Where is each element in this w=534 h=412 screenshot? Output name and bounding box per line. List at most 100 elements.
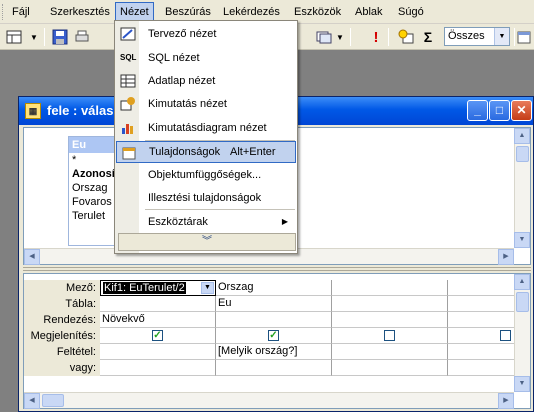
menu-item-label: Objektumfüggőségek...	[148, 169, 262, 181]
menu-item-join-properties[interactable]: Illesztési tulajdonságok	[116, 187, 296, 209]
view-menu-dropdown: Tervező nézet SQL SQL nézet Adatlap néze…	[114, 20, 298, 254]
menu-file[interactable]: Fájl	[8, 2, 34, 22]
grid-cell-criteria[interactable]	[100, 344, 216, 360]
menu-item-label: Adatlap nézet	[148, 75, 216, 87]
menu-item-object-dependencies[interactable]: Objektumfüggőségek...	[116, 164, 296, 186]
run-icon[interactable]: !	[366, 27, 386, 47]
scroll-up-icon[interactable]: ▲	[514, 128, 530, 144]
pane-splitter[interactable]	[23, 267, 531, 271]
grid-horizontal-scrollbar[interactable]: ◀ ▶	[24, 392, 514, 409]
grid-cell-show[interactable]: ✓	[216, 328, 332, 344]
grid-cell-sort[interactable]	[448, 312, 514, 328]
menu-window[interactable]: Ablak	[351, 2, 387, 22]
grid-cell-field[interactable]	[448, 280, 514, 296]
menu-item-datasheet-view[interactable]: Adatlap nézet	[116, 70, 296, 92]
properties-icon	[121, 145, 137, 161]
grid-cell-table[interactable]	[448, 296, 514, 312]
grid-cell-table[interactable]: Eu	[216, 296, 332, 312]
menubar-grip[interactable]	[2, 4, 5, 20]
table-pane-vertical-scrollbar[interactable]: ▲ ▼	[514, 128, 530, 248]
show-table-icon[interactable]	[396, 27, 416, 47]
chevron-down-icon[interactable]: ▼	[494, 28, 509, 45]
grid-cell-sort[interactable]	[332, 312, 448, 328]
design-grid: Mező: Tábla: Rendezés: Megjelenítés: Fel…	[23, 273, 531, 409]
top-values-combo[interactable]: Összes ▼	[444, 27, 510, 46]
scroll-right-icon[interactable]: ▶	[498, 393, 514, 409]
scroll-thumb[interactable]	[516, 146, 529, 162]
datasheet-view-icon	[120, 73, 136, 89]
show-checkbox[interactable]	[384, 330, 395, 341]
menu-item-label: Eszköztárak	[148, 216, 208, 228]
chevron-down-icon[interactable]: ▼	[201, 282, 214, 294]
menu-item-shortcut: Alt+Enter	[230, 146, 276, 158]
grid-cell-criteria[interactable]	[332, 344, 448, 360]
row-header-sort: Rendezés:	[24, 312, 100, 328]
close-icon[interactable]: ✕	[511, 100, 532, 121]
menu-item-label: Tulajdonságok	[149, 146, 221, 158]
grid-cell-table[interactable]	[332, 296, 448, 312]
scroll-thumb[interactable]	[516, 292, 529, 312]
grid-cell-sort[interactable]: Növekvő	[100, 312, 216, 328]
grid-cell-table[interactable]	[100, 296, 216, 312]
query-type-dropdown-arrow-icon[interactable]: ▼	[334, 27, 346, 47]
minimize-icon[interactable]: _	[467, 100, 488, 121]
properties-icon[interactable]	[514, 27, 534, 47]
menu-item-design-view[interactable]: Tervező nézet	[116, 23, 296, 45]
menu-view[interactable]: Nézet	[115, 2, 154, 22]
grid-cell-criteria[interactable]: [Melyik ország?]	[216, 344, 332, 360]
grid-cell-or[interactable]	[332, 360, 448, 376]
menu-separator	[145, 209, 295, 210]
menu-item-label: Illesztési tulajdonságok	[148, 192, 262, 204]
menu-item-pivotchart-view[interactable]: Kimutatásdiagram nézet	[116, 117, 296, 139]
view-dropdown-arrow-icon[interactable]: ▼	[28, 27, 40, 47]
scroll-right-icon[interactable]: ▶	[498, 249, 514, 265]
menu-edit[interactable]: Szerkesztés	[46, 2, 114, 22]
menu-item-label: Kimutatás nézet	[148, 98, 227, 110]
grid-cell-field[interactable]	[332, 280, 448, 296]
menu-tools[interactable]: Eszközök	[290, 2, 345, 22]
scroll-left-icon[interactable]: ◀	[24, 393, 40, 409]
query-icon: ▦	[25, 103, 41, 119]
menu-item-sql-view[interactable]: SQL SQL nézet	[116, 47, 296, 69]
scroll-down-icon[interactable]: ▼	[514, 376, 530, 392]
menu-help[interactable]: Súgó	[394, 2, 428, 22]
scroll-up-icon[interactable]: ▲	[514, 274, 530, 290]
menu-item-pivottable-view[interactable]: Kimutatás nézet	[116, 93, 296, 115]
scroll-left-icon[interactable]: ◀	[24, 249, 40, 265]
grid-cell-or[interactable]	[216, 360, 332, 376]
maximize-icon[interactable]: □	[489, 100, 510, 121]
grid-cell-field-value: Kif1: EuTerulet/2	[103, 282, 186, 294]
show-checkbox-checked[interactable]: ✓	[152, 330, 163, 341]
query-type-icon[interactable]	[314, 27, 334, 47]
show-checkbox-checked[interactable]: ✓	[268, 330, 279, 341]
grid-cell-criteria[interactable]	[448, 344, 514, 360]
menu-insert[interactable]: Beszúrás	[161, 2, 215, 22]
grid-cell-field[interactable]: Orszag	[216, 280, 332, 296]
grid-cell-or[interactable]	[100, 360, 216, 376]
grid-cell-show[interactable]	[332, 328, 448, 344]
grid-cell-or[interactable]	[448, 360, 514, 376]
menu-item-properties[interactable]: Tulajdonságok Alt+Enter	[116, 141, 296, 163]
double-chevron-down-icon: ︾	[202, 236, 212, 247]
scroll-down-icon[interactable]: ▼	[514, 232, 530, 248]
grid-vertical-scrollbar[interactable]: ▲ ▼	[514, 274, 530, 392]
menu-expand-button[interactable]: ︾	[118, 233, 296, 251]
grid-cell-field[interactable]: Kif1: EuTerulet/2 ▼	[100, 280, 216, 296]
totals-icon[interactable]: Σ	[418, 27, 438, 47]
row-header-field: Mező:	[24, 280, 100, 296]
grid-cell-show[interactable]	[448, 328, 514, 344]
pivottable-icon	[120, 96, 136, 112]
show-checkbox[interactable]	[500, 330, 511, 341]
view-icon[interactable]	[4, 27, 24, 47]
row-header-or: vagy:	[24, 360, 100, 376]
pivotchart-icon	[120, 120, 136, 136]
grid-cell-show[interactable]: ✓	[100, 328, 216, 344]
submenu-arrow-icon: ▶	[281, 217, 288, 226]
scroll-thumb[interactable]	[42, 394, 64, 407]
grid-cell-sort[interactable]	[216, 312, 332, 328]
menu-query[interactable]: Lekérdezés	[219, 2, 284, 22]
menu-item-toolbars[interactable]: Eszköztárak ▶	[116, 211, 296, 233]
row-header-criteria: Feltétel:	[24, 344, 100, 360]
save-icon[interactable]	[50, 27, 70, 47]
print-icon[interactable]	[72, 27, 92, 47]
